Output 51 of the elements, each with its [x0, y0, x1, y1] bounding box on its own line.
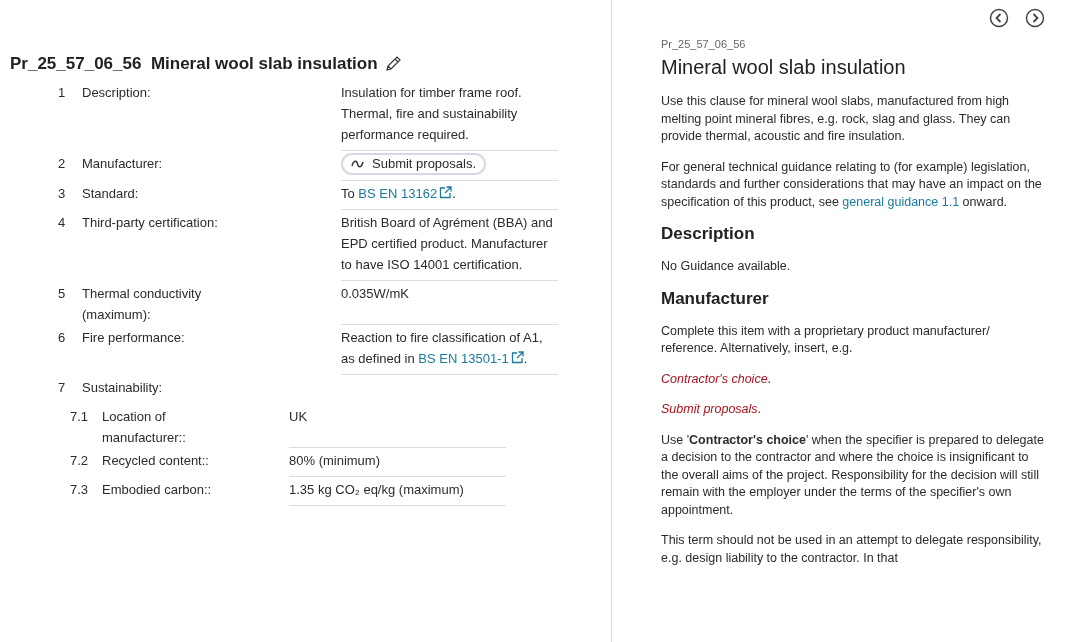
item-label: Location of manufacturer::: [102, 408, 187, 447]
item-number: 7.3: [70, 481, 90, 499]
item-number: 7: [58, 379, 67, 397]
item-number: 2: [58, 155, 67, 173]
option-text: Contractor's choice.: [661, 370, 773, 388]
item-number: 5: [58, 285, 67, 303]
next-button[interactable]: [1025, 8, 1045, 28]
tilde-icon: [351, 160, 364, 168]
guidance-paragraph: No Guidance available.: [661, 258, 792, 275]
reference-link[interactable]: BS EN 13501-1: [418, 351, 509, 366]
item-number: 6: [58, 329, 67, 347]
item-number: 4: [58, 214, 67, 232]
guidance-paragraph: For general technical guidance relating to (for example) legislation, standards and further considerations that may have an impact on the specification of this product, see general guidance 1.1 onward.: [661, 158, 1043, 211]
item-number: 3: [58, 185, 67, 203]
pencil-icon[interactable]: [383, 55, 402, 73]
previous-button[interactable]: [989, 8, 1009, 28]
clause-value: Insulation for timber frame roof. Thermal, fire and sustainability performance required.: [341, 85, 522, 142]
submit-proposals-chip[interactable]: Submit proposals.: [341, 153, 487, 175]
section-heading: Description: [661, 224, 756, 244]
clause-value: British Board of Agrément (BBA) and EPD certified product. Manufacturer to have ISO 14001 certification.: [341, 215, 553, 272]
guidance-paragraph: This term should not be used in an attempt to delegate responsibility, e.g. design liability to the contractor. In that: [661, 532, 1043, 567]
guidance-paragraph: Complete this item with a proprietary product manufacturer/ reference. Alternatively, insert, e.g.: [661, 322, 991, 357]
guidance-title: Mineral wool slab insulation: [661, 56, 907, 79]
clause-code: Pr_25_57_06_56: [661, 38, 747, 50]
item-number: 1: [58, 84, 67, 102]
reference-link[interactable]: general guidance 1.1: [842, 194, 960, 209]
option-text: Submit proposals.: [661, 401, 763, 418]
clause-value: Reaction to fire classification of A1, as defined in BS EN 13501-1 .: [341, 330, 543, 366]
clause-value: 1.35 kg CO₂ eq/kg (maximum): [289, 482, 464, 497]
clause-title: Pr_25_57_06_56 Mineral wool slab insulation: [10, 54, 378, 74]
guidance-paragraph: Use 'Contractor's choice' when the specifier is prepared to delegate a decision to the contractor and where the choice is insignificant to the overall aims of the project. Responsibility for the decision will still remain with the employer under the terms of the specifier's own appointment.: [661, 431, 1045, 519]
item-number: 7.1: [70, 408, 90, 426]
item-label: Recycled content::: [102, 452, 210, 470]
section-heading: Manufacturer: [661, 288, 770, 309]
clause-value: UK: [289, 409, 308, 424]
item-label: Embodied carbon::: [102, 481, 213, 499]
item-label: Sustainability:: [82, 379, 164, 397]
item-label: Fire performance:: [82, 329, 186, 347]
item-label: Third-party certification:: [82, 214, 219, 232]
external-link-icon[interactable]: [510, 351, 524, 364]
clause-value: To BS EN 13162 .: [341, 186, 456, 201]
guidance-paragraph: Use this clause for mineral wool slabs, manufactured from high melting point mineral fibres, e.g. rock, slag and glass. They can provide thermal, acoustic and fire insulation.: [661, 93, 1012, 145]
item-number: 7.2: [70, 452, 90, 470]
item-label: Standard:: [82, 185, 140, 203]
item-label: Description:: [82, 84, 152, 102]
clause-value: 0.035W/mK: [341, 286, 409, 301]
clause-value: 80% (minimum): [289, 453, 380, 468]
item-label: Manufacturer:: [82, 155, 164, 173]
external-link-icon[interactable]: [439, 186, 453, 199]
item-label: Thermal conductivity (maximum):: [82, 285, 203, 324]
reference-link[interactable]: BS EN 13162: [358, 186, 438, 201]
